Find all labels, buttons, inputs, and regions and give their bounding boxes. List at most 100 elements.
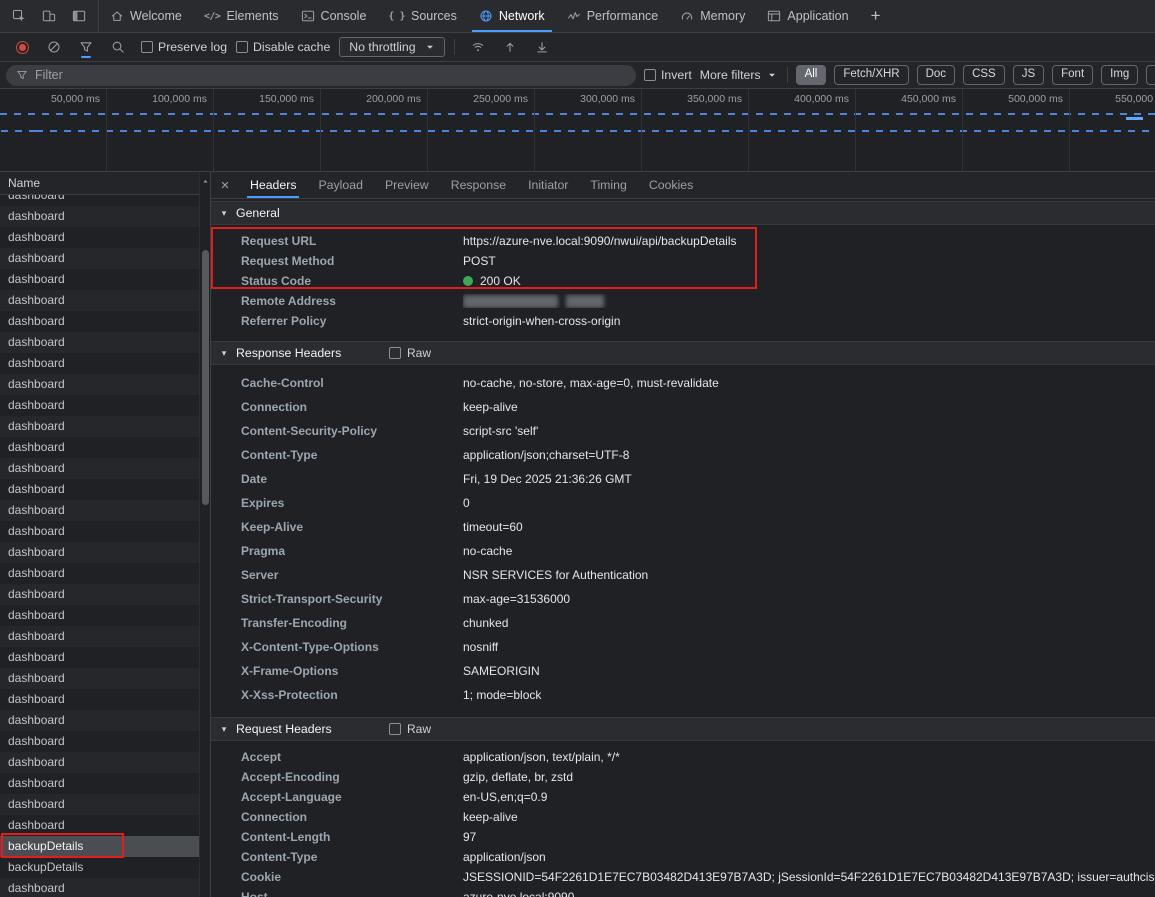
raw-toggle[interactable]: Raw <box>389 722 431 736</box>
request-row[interactable]: dashboard <box>0 248 199 269</box>
request-row[interactable]: dashboard <box>0 311 199 332</box>
request-row[interactable]: dashboard <box>0 521 199 542</box>
preserve-log-toggle[interactable]: Preserve log <box>141 40 227 54</box>
request-row[interactable]: dashboard <box>0 269 199 290</box>
request-row[interactable]: dashboard <box>0 206 199 227</box>
status-ok-dot-icon <box>463 276 473 286</box>
request-row[interactable]: dashboard <box>0 668 199 689</box>
section-header-response-headers[interactable]: ▾Response HeadersRaw <box>211 341 1155 365</box>
request-row[interactable]: dashboard <box>0 626 199 647</box>
record-icon[interactable] <box>8 34 36 60</box>
request-row[interactable]: dashboard <box>0 395 199 416</box>
request-row[interactable]: dashboard <box>0 500 199 521</box>
detail-tab-headers[interactable]: Headers <box>239 172 307 198</box>
detail-tab-payload[interactable]: Payload <box>307 172 373 198</box>
request-row[interactable]: dashboard <box>0 794 199 815</box>
more-tools-button[interactable]: + <box>862 3 890 29</box>
request-row[interactable]: dashboard <box>0 647 199 668</box>
request-row[interactable]: dashboard <box>0 290 199 311</box>
filter-input[interactable] <box>35 68 626 82</box>
collapse-arrow-icon[interactable]: ▾ <box>219 348 229 359</box>
scrollbar-thumb[interactable] <box>202 250 209 505</box>
request-row[interactable]: dashboard <box>0 353 199 374</box>
import-har-icon[interactable] <box>496 34 524 60</box>
raw-checkbox[interactable] <box>389 723 401 735</box>
detail-tab-cookies[interactable]: Cookies <box>638 172 704 198</box>
request-row[interactable]: dashboard <box>0 437 199 458</box>
disable-cache-toggle[interactable]: Disable cache <box>236 40 330 54</box>
request-row[interactable]: dashboard <box>0 458 199 479</box>
raw-checkbox[interactable] <box>389 347 401 359</box>
header-row: Strict-Transport-Securitymax-age=3153600… <box>211 587 1155 611</box>
tab-welcome[interactable]: Welcome <box>99 0 193 32</box>
request-row[interactable]: dashboard <box>0 710 199 731</box>
header-row: Keep-Alivetimeout=60 <box>211 515 1155 539</box>
search-icon[interactable] <box>104 34 132 60</box>
tab-console[interactable]: Console <box>290 0 378 32</box>
invert-toggle[interactable]: Invert <box>644 68 692 82</box>
collapse-arrow-icon[interactable]: ▾ <box>219 208 229 219</box>
name-column-header[interactable]: Name <box>0 172 210 195</box>
close-details-button[interactable]: × <box>211 177 239 194</box>
header-name: Status Code <box>211 274 463 288</box>
filter-type-img[interactable]: Img <box>1101 65 1138 85</box>
tab-elements[interactable]: </>Elements <box>193 0 290 32</box>
tab-performance[interactable]: Performance <box>556 0 670 32</box>
detail-tab-timing[interactable]: Timing <box>579 172 637 198</box>
network-conditions-icon[interactable] <box>464 34 492 60</box>
request-row[interactable]: dashboard <box>0 416 199 437</box>
filter-type-fetch-xhr[interactable]: Fetch/XHR <box>834 65 908 85</box>
more-filters-dropdown[interactable]: More filters <box>700 68 779 82</box>
invert-checkbox[interactable] <box>644 69 656 81</box>
timeline-label: 200,000 ms <box>366 93 421 105</box>
network-overview-timeline[interactable]: 50,000 ms100,000 ms150,000 ms200,000 ms2… <box>0 89 1155 172</box>
request-row[interactable]: dashboard <box>0 605 199 626</box>
detail-tab-initiator[interactable]: Initiator <box>517 172 579 198</box>
request-row[interactable]: dashboard <box>0 773 199 794</box>
dock-side-icon[interactable] <box>65 3 93 29</box>
export-har-icon[interactable] <box>528 34 556 60</box>
timeline-label: 100,000 ms <box>152 93 207 105</box>
request-row[interactable]: dashboard <box>0 563 199 584</box>
clear-icon[interactable] <box>40 34 68 60</box>
request-row[interactable]: backupDetails <box>0 857 199 878</box>
request-row[interactable]: dashboard <box>0 815 199 836</box>
device-toolbar-icon[interactable] <box>35 3 63 29</box>
tab-application[interactable]: Application <box>756 0 859 32</box>
tab-network[interactable]: Network <box>468 0 556 32</box>
tab-label: Welcome <box>130 9 182 23</box>
filter-type-js[interactable]: JS <box>1013 65 1044 85</box>
request-row[interactable]: dashboard <box>0 332 199 353</box>
request-row[interactable]: dashboard <box>0 479 199 500</box>
tab-memory[interactable]: Memory <box>669 0 756 32</box>
tab-sources[interactable]: { }Sources <box>377 0 467 32</box>
raw-toggle[interactable]: Raw <box>389 346 431 360</box>
request-row[interactable]: dashboard <box>0 752 199 773</box>
throttling-dropdown[interactable]: No throttling <box>339 37 444 57</box>
request-row[interactable]: dashboard <box>0 227 199 248</box>
collapse-arrow-icon[interactable]: ▾ <box>219 724 229 735</box>
detail-tab-preview[interactable]: Preview <box>374 172 440 198</box>
request-row[interactable]: dashboard <box>0 878 199 897</box>
section-header-request-headers[interactable]: ▾Request HeadersRaw <box>211 717 1155 741</box>
scroll-up-icon[interactable] <box>200 177 210 186</box>
request-list-scrollbar[interactable] <box>199 172 210 897</box>
section-header-general[interactable]: ▾General <box>211 201 1155 225</box>
filter-type-all[interactable]: All <box>796 65 827 85</box>
request-row[interactable]: dashboard <box>0 731 199 752</box>
detail-tab-response[interactable]: Response <box>440 172 517 198</box>
request-row[interactable]: dashboard <box>0 584 199 605</box>
filter-type-doc[interactable]: Doc <box>917 65 955 85</box>
request-row[interactable]: dashboard <box>0 542 199 563</box>
request-row[interactable]: dashboard <box>0 374 199 395</box>
disable-cache-checkbox[interactable] <box>236 41 248 53</box>
filter-type-media[interactable]: Media <box>1146 65 1155 85</box>
request-row[interactable]: backupDetails <box>0 836 199 857</box>
request-row[interactable]: dashboard <box>0 689 199 710</box>
filter-funnel-icon[interactable] <box>72 34 100 60</box>
throttling-value: No throttling <box>349 40 415 54</box>
preserve-log-checkbox[interactable] <box>141 41 153 53</box>
filter-type-css[interactable]: CSS <box>963 65 1005 85</box>
inspect-icon[interactable] <box>5 3 33 29</box>
filter-type-font[interactable]: Font <box>1052 65 1093 85</box>
